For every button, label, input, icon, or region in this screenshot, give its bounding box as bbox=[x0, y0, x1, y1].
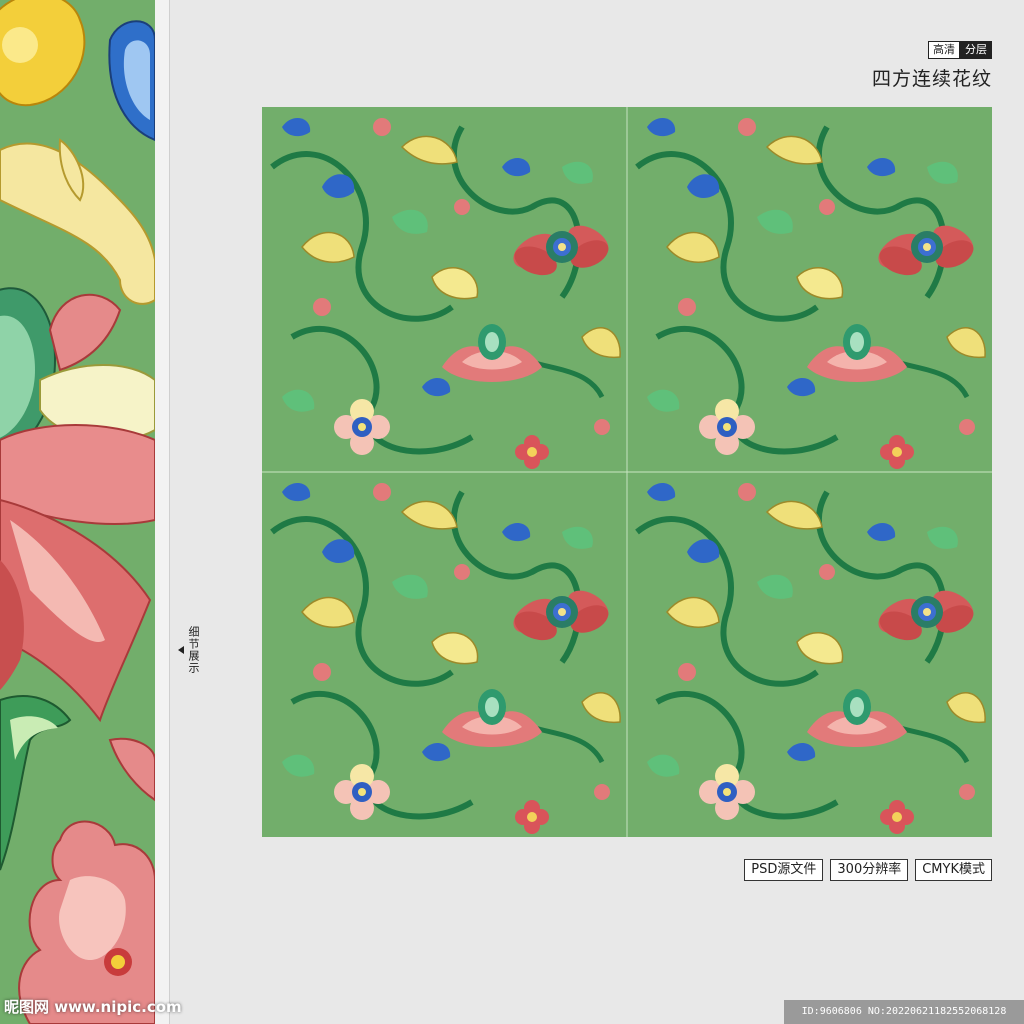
image-id-bar: ID:9606806 NO:20220621182552068128 bbox=[784, 1000, 1024, 1024]
pattern-art bbox=[262, 107, 992, 837]
site-watermark: 昵图网 www.nipic.com bbox=[4, 998, 182, 1016]
spec-tag-resolution: 300分辨率 bbox=[830, 859, 909, 881]
spec-tag-cmyk: CMYK模式 bbox=[915, 859, 992, 881]
page-title: 四方连续花纹 bbox=[871, 68, 992, 90]
hd-badge: 高清 bbox=[928, 41, 960, 59]
quality-badges: 高清 分层 bbox=[928, 41, 992, 59]
layered-badge: 分层 bbox=[960, 41, 992, 59]
detail-zoom-strip bbox=[0, 0, 155, 1024]
spec-tags: PSD源文件 300分辨率 CMYK模式 bbox=[744, 859, 992, 881]
spec-tag-psd: PSD源文件 bbox=[744, 859, 824, 881]
left-arrow-icon bbox=[178, 646, 184, 654]
detail-label-text: 细节展示 bbox=[187, 626, 200, 674]
seamless-pattern-preview bbox=[262, 107, 992, 837]
detail-floral-art bbox=[0, 0, 155, 1024]
strip-divider bbox=[155, 0, 170, 1024]
detail-label: 细节展示 bbox=[178, 626, 208, 674]
